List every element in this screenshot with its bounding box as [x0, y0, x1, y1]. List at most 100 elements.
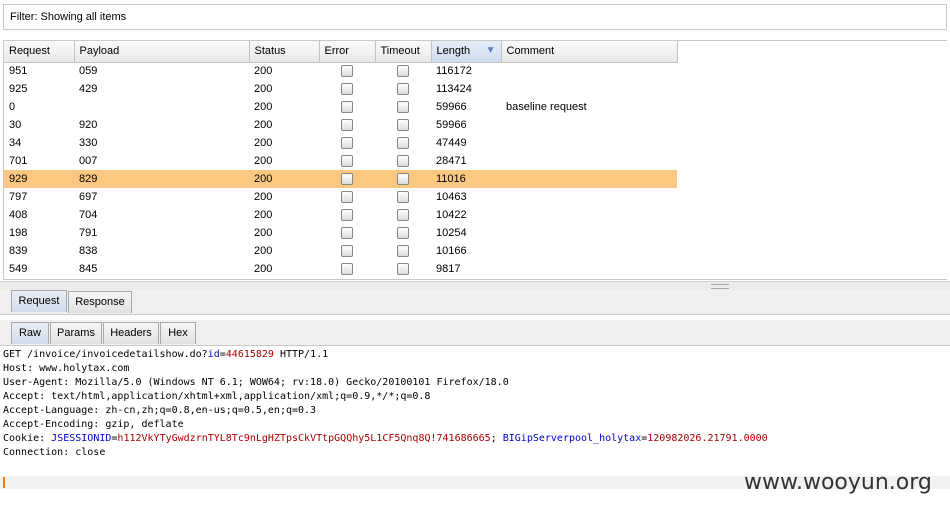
- timeout-checkbox[interactable]: [397, 137, 409, 150]
- timeout-checkbox-cell: [375, 98, 431, 116]
- cell-status: 200: [254, 227, 273, 239]
- filter-text: Filter: Showing all items: [10, 11, 127, 23]
- cell-payload: 838: [79, 245, 98, 257]
- cell-request: 797: [9, 191, 28, 203]
- error-checkbox[interactable]: [341, 191, 353, 204]
- table-row[interactable]: 408 704 200 10422: [4, 206, 677, 224]
- timeout-checkbox[interactable]: [397, 83, 409, 96]
- tab-request[interactable]: Request: [11, 290, 67, 312]
- cell-request: 549: [9, 263, 28, 275]
- timeout-checkbox[interactable]: [397, 209, 409, 222]
- cell-length: 59966: [436, 119, 467, 131]
- timeout-checkbox[interactable]: [397, 155, 409, 168]
- timeout-checkbox[interactable]: [397, 119, 409, 132]
- timeout-checkbox-cell: [375, 206, 431, 224]
- table-row[interactable]: 925 429 200 113424: [4, 80, 677, 98]
- error-checkbox-cell: [319, 98, 375, 116]
- cell-request: 34: [9, 137, 22, 149]
- cell-status: 200: [254, 209, 273, 221]
- column-header-payload[interactable]: Payload: [74, 41, 250, 63]
- error-checkbox[interactable]: [341, 173, 353, 186]
- header-connection: Connection: close: [3, 447, 106, 458]
- timeout-checkbox[interactable]: [397, 65, 409, 78]
- cell-payload: 059: [79, 65, 98, 78]
- tab-params[interactable]: Params: [50, 322, 102, 344]
- header-accept-language: Accept-Language: zh-cn,zh;q=0.8,en-us;q=…: [3, 405, 317, 416]
- error-checkbox[interactable]: [341, 245, 353, 258]
- table-row[interactable]: 549 845 200 9817: [4, 260, 677, 278]
- cell-comment: baseline request: [506, 101, 587, 113]
- timeout-checkbox[interactable]: [397, 263, 409, 276]
- table-row[interactable]: 839 838 200 10166: [4, 242, 677, 260]
- error-checkbox-cell: [319, 170, 375, 188]
- error-checkbox[interactable]: [341, 119, 353, 132]
- error-checkbox[interactable]: [341, 137, 353, 150]
- timeout-checkbox-cell: [375, 152, 431, 170]
- column-header-length[interactable]: Length ▼: [431, 41, 502, 63]
- tab-raw[interactable]: Raw: [11, 322, 49, 344]
- filter-bar[interactable]: Filter: Showing all items: [3, 4, 947, 30]
- timeout-checkbox-cell: [375, 80, 431, 98]
- splitter-grip-icon[interactable]: [711, 284, 729, 289]
- header-cookie: Cookie: JSESSIONID=h112VkYTyGwdzrnTYL8Tc…: [3, 433, 768, 444]
- tab-response[interactable]: Response: [68, 291, 132, 313]
- cell-payload: 697: [79, 191, 98, 203]
- error-checkbox[interactable]: [341, 155, 353, 168]
- column-header-error[interactable]: Error: [319, 41, 376, 63]
- cell-comment: [501, 80, 677, 98]
- timeout-checkbox-cell: [375, 62, 431, 80]
- header-host: Host: www.holytax.com: [3, 363, 130, 374]
- error-checkbox[interactable]: [341, 65, 353, 78]
- column-header-timeout[interactable]: Timeout: [375, 41, 432, 63]
- sort-desc-icon: ▼: [485, 45, 496, 57]
- cell-length: 9817: [436, 263, 461, 275]
- cell-status: 200: [254, 65, 273, 78]
- cell-comment: [501, 260, 677, 278]
- request-response-tabbar: Request Response: [0, 290, 950, 315]
- table-row[interactable]: 929 829 200 11016: [4, 170, 677, 188]
- timeout-checkbox[interactable]: [397, 245, 409, 258]
- cell-payload: 920: [79, 119, 98, 131]
- error-checkbox[interactable]: [341, 263, 353, 276]
- column-header-request[interactable]: Request: [4, 41, 75, 63]
- table-row[interactable]: 701 007 200 28471: [4, 152, 677, 170]
- error-checkbox-cell: [319, 80, 375, 98]
- cell-payload: 330: [79, 137, 98, 149]
- table-row[interactable]: 951 059 200 116172: [4, 62, 677, 80]
- cell-comment: [501, 206, 677, 224]
- cell-length: 113424: [436, 83, 472, 95]
- error-checkbox-cell: [319, 224, 375, 242]
- table-row[interactable]: 30 920 200 59966: [4, 116, 677, 134]
- pane-splitter[interactable]: [0, 281, 950, 290]
- cell-payload: 829: [74, 170, 249, 188]
- timeout-checkbox[interactable]: [397, 173, 409, 186]
- tab-hex[interactable]: Hex: [160, 322, 196, 344]
- error-checkbox[interactable]: [341, 209, 353, 222]
- table-row[interactable]: 34 330 200 47449: [4, 134, 677, 152]
- tab-headers[interactable]: Headers: [103, 322, 159, 344]
- timeout-checkbox-cell: [375, 134, 431, 152]
- cell-request: 929: [4, 170, 74, 188]
- table-row[interactable]: 0 200 59966 baseline request: [4, 98, 677, 116]
- table-row[interactable]: 198 791 200 10254: [4, 224, 677, 242]
- cell-length: 10463: [436, 191, 467, 203]
- error-checkbox-cell: [319, 206, 375, 224]
- cell-request: 30: [9, 119, 22, 131]
- column-header-status[interactable]: Status: [249, 41, 320, 63]
- view-tabbar: Raw Params Headers Hex: [0, 320, 950, 346]
- cell-request: 198: [9, 227, 28, 239]
- timeout-checkbox[interactable]: [397, 227, 409, 240]
- error-checkbox[interactable]: [341, 101, 353, 114]
- table-row[interactable]: 797 697 200 10463: [4, 188, 677, 206]
- cell-status: 200: [254, 137, 273, 149]
- timeout-checkbox[interactable]: [397, 101, 409, 114]
- error-checkbox[interactable]: [341, 227, 353, 240]
- timeout-checkbox-cell: [375, 170, 431, 188]
- timeout-checkbox-cell: [375, 116, 431, 134]
- cell-payload: [74, 98, 249, 116]
- timeout-checkbox[interactable]: [397, 191, 409, 204]
- cell-length: 116172: [436, 65, 472, 78]
- column-header-comment[interactable]: Comment: [501, 41, 678, 63]
- results-table: Request Payload Status Error Timeout Len…: [3, 40, 947, 280]
- error-checkbox[interactable]: [341, 83, 353, 96]
